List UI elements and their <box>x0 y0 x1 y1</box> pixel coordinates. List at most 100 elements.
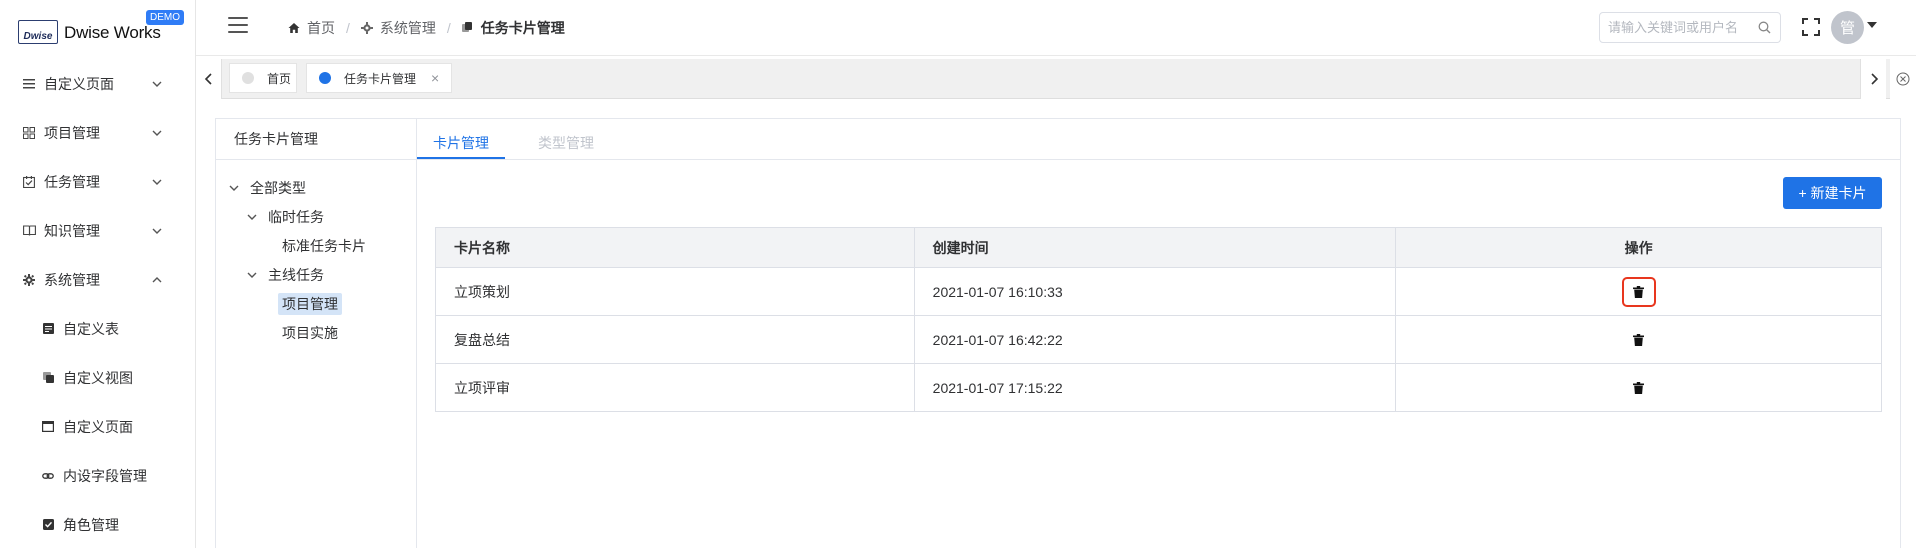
logo-mark: Dwise <box>18 20 58 44</box>
chevron-down-icon[interactable] <box>246 211 258 223</box>
tab-status-dot <box>319 72 331 84</box>
gear-icon <box>360 22 373 34</box>
list-icon <box>22 77 36 91</box>
column-header-created: 创建时间 <box>913 227 1397 268</box>
sidebar-subitem-label: 内设字段管理 <box>63 467 147 484</box>
window-icon <box>42 421 54 433</box>
trash-icon <box>1633 333 1645 346</box>
tree-node-label: 项目实施 <box>282 324 338 341</box>
tab-type-management[interactable]: 类型管理 <box>538 133 594 153</box>
sidebar-subitem-label: 自定义表 <box>63 320 119 337</box>
breadcrumb-current: 任务卡片管理 <box>461 18 565 38</box>
sidebar-item-label: 项目管理 <box>44 124 100 141</box>
main-panel: 卡片管理 类型管理 + 新建卡片 卡片名称 创建时间 操作 立项策划 2021-… <box>417 119 1901 548</box>
tree-node-label: 主线任务 <box>268 266 324 283</box>
tab-card-management[interactable]: 卡片管理 <box>433 133 489 153</box>
tree-node-temporary[interactable]: 临时任务 <box>216 202 416 231</box>
sidebar-item-label: 知识管理 <box>44 222 100 239</box>
search-icon[interactable] <box>1758 21 1771 34</box>
tree-node-label: 标准任务卡片 <box>282 237 366 254</box>
logo-text: Dwise Works <box>64 23 161 42</box>
sidebar-item-label: 任务管理 <box>44 173 100 190</box>
sidebar-item-task[interactable]: 任务管理 <box>0 157 195 206</box>
search-input[interactable] <box>1608 13 1758 42</box>
tabs-scroll-right[interactable] <box>1860 59 1886 99</box>
cell-card-name: 立项评审 <box>435 363 915 412</box>
tree-node-all[interactable]: 全部类型 <box>216 173 416 202</box>
caret-down-icon[interactable] <box>1867 22 1877 28</box>
sidebar-subitem-label: 自定义页面 <box>63 418 133 435</box>
book-icon <box>22 224 36 238</box>
sidebar-item-label: 自定义页面 <box>44 75 114 92</box>
column-header-actions: 操作 <box>1395 227 1882 268</box>
new-card-button[interactable]: + 新建卡片 <box>1783 177 1882 209</box>
breadcrumb: 首页 / 系统管理 / 任务卡片管理 <box>288 18 565 38</box>
delete-button[interactable] <box>1622 325 1656 355</box>
sidebar-subitem-custom-page[interactable]: 自定义页面 <box>0 402 195 451</box>
top-header: 首页 / 系统管理 / 任务卡片管理 管 <box>196 0 1916 56</box>
breadcrumb-system[interactable]: 系统管理 <box>360 18 436 38</box>
fullscreen-icon[interactable] <box>1802 18 1820 36</box>
sidebar-item-custom-page[interactable]: 自定义页面 <box>0 59 195 108</box>
sidebar-subitem-label: 自定义视图 <box>63 369 133 386</box>
home-icon <box>288 22 300 34</box>
sidebar-item-knowledge[interactable]: 知识管理 <box>0 206 195 255</box>
chevron-down-icon <box>151 175 163 187</box>
type-tree-panel: 任务卡片管理 全部类型 临时任务 标准任务卡片 主线任务 项目管理 项目实施 <box>216 119 417 548</box>
logo[interactable]: Dwise Dwise Works DEMO <box>18 10 188 48</box>
table-row: 立项评审 2021-01-07 17:15:22 <box>435 363 1882 412</box>
tree-node-project-management[interactable]: 项目管理 <box>216 289 416 318</box>
close-icon[interactable]: × <box>431 70 439 86</box>
cell-created-time: 2021-01-07 17:15:22 <box>913 363 1397 412</box>
sidebar-subitem-custom-table[interactable]: 自定义表 <box>0 304 195 353</box>
copy-icon <box>42 372 54 384</box>
chevron-down-icon[interactable] <box>246 269 258 281</box>
tab-home[interactable]: 首页 <box>229 63 297 93</box>
hamburger-icon[interactable] <box>228 17 248 33</box>
delete-button[interactable] <box>1621 276 1656 307</box>
delete-button[interactable] <box>1622 373 1656 403</box>
breadcrumb-home[interactable]: 首页 <box>288 18 335 38</box>
sidebar-subitem-custom-view[interactable]: 自定义视图 <box>0 353 195 402</box>
breadcrumb-label: 任务卡片管理 <box>480 20 565 36</box>
breadcrumb-label: 首页 <box>307 20 335 36</box>
close-all-tabs-icon[interactable] <box>1890 59 1916 99</box>
active-tab-underline <box>417 157 505 159</box>
sidebar-menu: 自定义页面 项目管理 任务管理 知识管理 系统管理 自定义表 自定义视图 自定义… <box>0 59 195 548</box>
chevron-down-icon <box>151 77 163 89</box>
tree-node-mainline[interactable]: 主线任务 <box>216 260 416 289</box>
avatar[interactable]: 管 <box>1831 11 1864 44</box>
type-tree: 全部类型 临时任务 标准任务卡片 主线任务 项目管理 项目实施 <box>216 173 416 347</box>
tree-node-standard-card[interactable]: 标准任务卡片 <box>216 231 416 260</box>
tabs-bar: 首页 任务卡片管理 × <box>196 59 1916 99</box>
app: Dwise Dwise Works DEMO 自定义页面 项目管理 任务管理 知… <box>0 0 1916 548</box>
tree-node-label: 项目管理 <box>278 292 342 315</box>
sidebar-subitem-role[interactable]: 角色管理 <box>0 500 195 548</box>
cell-actions <box>1395 363 1882 412</box>
copy-icon <box>461 22 474 34</box>
demo-badge: DEMO <box>146 10 184 25</box>
tree-node-label: 临时任务 <box>268 208 324 225</box>
chevron-down-icon <box>151 126 163 138</box>
link-icon <box>42 470 54 482</box>
sidebar-item-system[interactable]: 系统管理 <box>0 255 195 304</box>
trash-icon <box>1633 285 1645 298</box>
column-header-name: 卡片名称 <box>435 227 915 268</box>
table-header-row: 卡片名称 创建时间 操作 <box>435 227 1882 268</box>
chevron-down-icon[interactable] <box>228 182 240 194</box>
breadcrumb-label: 系统管理 <box>379 20 436 36</box>
tab-label: 首页 <box>267 71 292 86</box>
tabs-scroll-left[interactable] <box>196 59 222 99</box>
trash-icon <box>1633 381 1645 394</box>
sidebar-item-label: 系统管理 <box>44 271 100 288</box>
grid-icon <box>22 126 36 140</box>
calendar-check-icon <box>22 175 36 189</box>
tree-node-project-implementation[interactable]: 项目实施 <box>216 318 416 347</box>
cell-actions <box>1395 267 1882 316</box>
search-box <box>1599 12 1781 43</box>
sidebar-item-project[interactable]: 项目管理 <box>0 108 195 157</box>
tab-task-card-management[interactable]: 任务卡片管理 × <box>306 63 452 93</box>
table-icon <box>42 323 54 335</box>
sidebar-subitem-builtin-fields[interactable]: 内设字段管理 <box>0 451 195 500</box>
breadcrumb-separator: / <box>346 20 350 36</box>
